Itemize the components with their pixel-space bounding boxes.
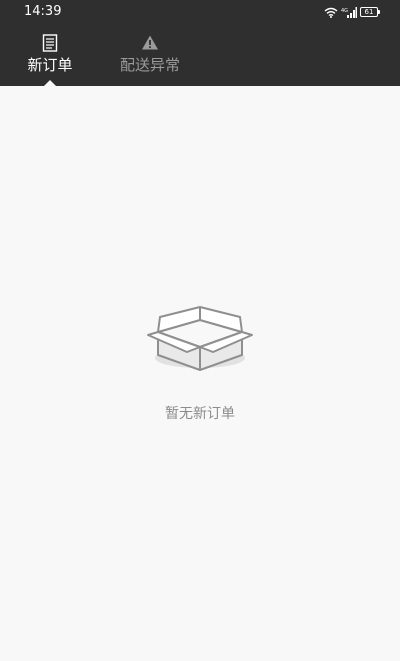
screen: 14:39 4G 61 新订单 配送异常 暂无新订单 xyxy=(0,0,400,661)
signal-icon: 4G xyxy=(341,6,357,18)
document-icon xyxy=(42,34,58,52)
empty-state-message: 暂无新订单 xyxy=(165,406,235,422)
wifi-icon xyxy=(324,7,338,18)
status-icons: 4G 61 xyxy=(324,4,380,20)
battery-icon: 61 xyxy=(360,7,380,17)
status-time: 14:39 xyxy=(24,4,62,19)
tab-new-orders-label: 新订单 xyxy=(27,56,73,74)
tab-selected-indicator xyxy=(44,80,56,86)
battery-level: 61 xyxy=(364,8,374,16)
warning-icon xyxy=(142,35,158,50)
app-header: 14:39 4G 61 新订单 配送异常 xyxy=(0,0,400,86)
empty-state: 暂无新订单 xyxy=(0,300,400,424)
tab-new-orders[interactable]: 新订单 xyxy=(22,30,78,86)
tab-delivery-exception-label: 配送异常 xyxy=(119,56,180,74)
svg-text:4G: 4G xyxy=(341,8,348,14)
tab-bar: 新订单 配送异常 xyxy=(0,30,400,86)
empty-box-icon xyxy=(147,306,253,371)
tab-delivery-exception[interactable]: 配送异常 xyxy=(112,30,188,86)
status-bar: 14:39 4G 61 xyxy=(0,0,400,24)
